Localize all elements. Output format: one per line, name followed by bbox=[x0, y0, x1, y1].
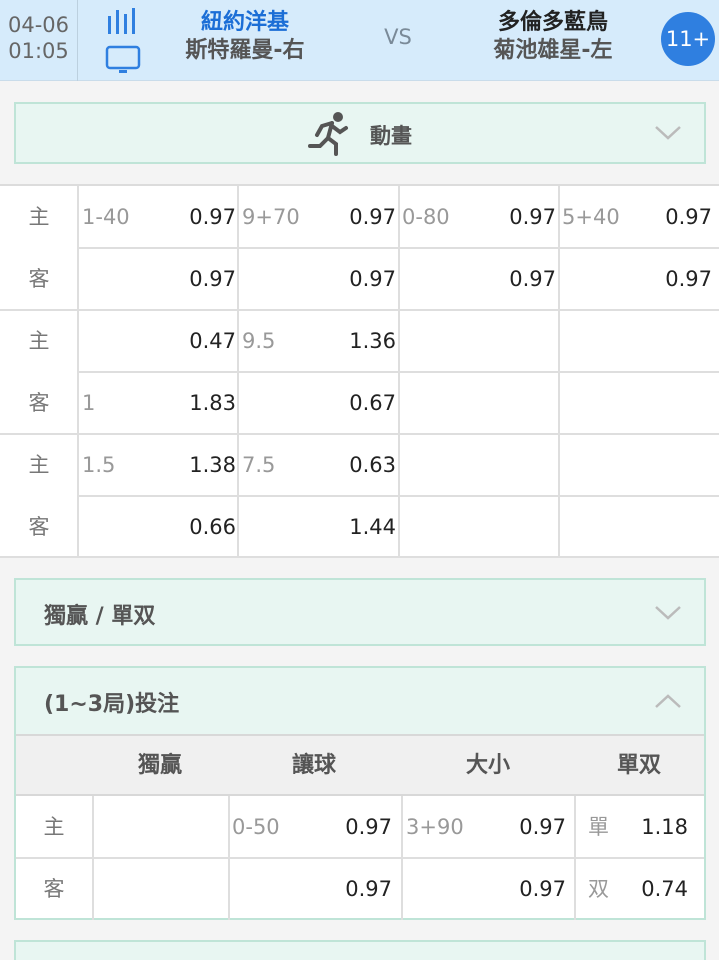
win-oddeven-toggle[interactable]: 獨贏 / 單双 bbox=[14, 578, 706, 646]
side-label: 主 bbox=[28, 453, 50, 477]
odds-value[interactable]: 0.47 bbox=[162, 310, 236, 372]
match-time: 01:05 bbox=[8, 39, 69, 63]
column-header-row: 獨贏 讓球 大小 單双 bbox=[16, 734, 704, 796]
odds-value[interactable]: 0.97 bbox=[486, 858, 566, 920]
odd-even-label: 双 bbox=[588, 877, 609, 901]
odds-grid: 主 1-40 0.97 9+70 0.97 0-80 0.97 5+40 0.9… bbox=[0, 184, 719, 558]
odds-value[interactable]: 0.63 bbox=[320, 434, 396, 496]
grid-row: 主 1.5 1.38 7.5 0.63 bbox=[0, 434, 719, 496]
line-label: 1.5 bbox=[82, 453, 116, 477]
home-team-name: 紐約洋基 bbox=[200, 10, 289, 35]
odd-even-label: 單 bbox=[588, 815, 609, 839]
odds-value[interactable]: 0.97 bbox=[480, 186, 556, 248]
chevron-up-icon bbox=[655, 694, 681, 708]
odds-value[interactable]: 1.44 bbox=[320, 496, 396, 558]
odds-value[interactable]: 0.66 bbox=[162, 496, 236, 558]
column-header: 讓球 bbox=[291, 753, 336, 778]
moneyline-value[interactable] bbox=[94, 796, 228, 858]
animation-label: 動畫 bbox=[370, 124, 412, 148]
line-label: 3+90 bbox=[406, 815, 464, 839]
section-title: 獨贏 / 單双 bbox=[44, 604, 156, 629]
more-markets-button[interactable]: 11+ bbox=[661, 12, 715, 66]
grid-divider bbox=[0, 309, 719, 311]
grid-row: 客 0.66 1.44 bbox=[0, 496, 719, 558]
header-icons bbox=[104, 8, 144, 74]
odds-value[interactable]: 0.97 bbox=[162, 186, 236, 248]
away-team-name: 多倫多藍鳥 bbox=[497, 10, 608, 35]
side-label: 主 bbox=[28, 329, 50, 353]
grid-row: 客 1 1.83 0.67 bbox=[0, 372, 719, 434]
stats-icon[interactable] bbox=[104, 8, 144, 36]
column-header: 獨贏 bbox=[137, 753, 182, 778]
odds-value[interactable]: 1.18 bbox=[622, 796, 688, 858]
match-date: 04-06 bbox=[7, 13, 70, 37]
chevron-down-icon bbox=[655, 606, 681, 620]
match-header: 04-06 01:05 紐約洋基 斯特羅曼-右 VS 多倫多藍鳥 菊池雄星-左 … bbox=[0, 0, 719, 81]
grid-divider bbox=[78, 495, 719, 497]
line-label: 7.5 bbox=[242, 453, 276, 477]
moneyline-value[interactable] bbox=[94, 858, 228, 920]
odds-value[interactable]: 0.97 bbox=[312, 858, 392, 920]
line-label: 0-80 bbox=[402, 205, 450, 229]
grid-divider bbox=[78, 371, 719, 373]
grid-divider bbox=[78, 247, 719, 249]
line-label: 9.5 bbox=[242, 329, 276, 353]
line-label: 1-40 bbox=[82, 205, 130, 229]
section-title: (1~3局)投注 bbox=[44, 692, 180, 717]
odds-value[interactable]: 0.97 bbox=[636, 186, 712, 248]
odds-value[interactable]: 0.74 bbox=[622, 858, 688, 920]
grid-divider bbox=[16, 857, 704, 859]
table-row: 主 0-50 0.97 3+90 0.97 單 1.18 bbox=[16, 796, 704, 858]
running-man-icon bbox=[308, 112, 348, 156]
odds-value[interactable]: 1.38 bbox=[162, 434, 236, 496]
innings-header[interactable]: (1~3局)投注 bbox=[16, 668, 704, 734]
grid-row: 主 1-40 0.97 9+70 0.97 0-80 0.97 5+40 0.9… bbox=[0, 186, 719, 248]
side-label: 客 bbox=[28, 267, 50, 291]
odds-value[interactable]: 1.83 bbox=[162, 372, 236, 434]
tv-icon[interactable] bbox=[104, 44, 144, 76]
column-header: 單双 bbox=[616, 753, 661, 778]
match-datetime: 04-06 01:05 bbox=[0, 0, 78, 81]
odds-value[interactable]: 0.67 bbox=[320, 372, 396, 434]
side-label: 客 bbox=[28, 515, 50, 539]
next-section-bar[interactable] bbox=[14, 940, 706, 960]
odds-value[interactable]: 0.97 bbox=[480, 248, 556, 310]
vs-label: VS bbox=[384, 25, 412, 49]
odds-value[interactable]: 0.97 bbox=[312, 796, 392, 858]
odds-value[interactable]: 0.97 bbox=[486, 796, 566, 858]
table-row: 客 0.97 0.97 双 0.74 bbox=[16, 858, 704, 920]
chevron-down-icon bbox=[655, 126, 681, 140]
grid-divider bbox=[0, 433, 719, 435]
away-pitcher: 菊池雄星-左 bbox=[493, 38, 613, 63]
line-label: 9+70 bbox=[242, 205, 300, 229]
odds-value[interactable]: 0.97 bbox=[320, 186, 396, 248]
line-label: 0-50 bbox=[232, 815, 280, 839]
grid-row: 主 0.47 9.5 1.36 bbox=[0, 310, 719, 372]
animation-toggle[interactable]: 動畫 bbox=[14, 102, 706, 164]
grid-row: 客 0.97 0.97 0.97 0.97 bbox=[0, 248, 719, 310]
side-label: 主 bbox=[43, 815, 65, 839]
odds-value[interactable]: 0.97 bbox=[320, 248, 396, 310]
side-label: 主 bbox=[28, 205, 50, 229]
grid-divider bbox=[0, 556, 719, 558]
side-label: 客 bbox=[43, 877, 65, 901]
line-label: 5+40 bbox=[562, 205, 620, 229]
side-label: 客 bbox=[28, 391, 50, 415]
odds-value[interactable]: 0.97 bbox=[162, 248, 236, 310]
away-team: 多倫多藍鳥 菊池雄星-左 bbox=[478, 9, 628, 65]
innings-panel: (1~3局)投注 獨贏 讓球 大小 單双 主 0-50 0.97 3+90 0.… bbox=[14, 666, 706, 920]
home-team: 紐約洋基 斯特羅曼-右 bbox=[170, 9, 320, 65]
line-label: 1 bbox=[82, 391, 96, 415]
odds-value[interactable]: 0.97 bbox=[636, 248, 712, 310]
odds-value[interactable]: 1.36 bbox=[320, 310, 396, 372]
column-header: 大小 bbox=[465, 753, 510, 778]
home-pitcher: 斯特羅曼-右 bbox=[185, 38, 305, 63]
